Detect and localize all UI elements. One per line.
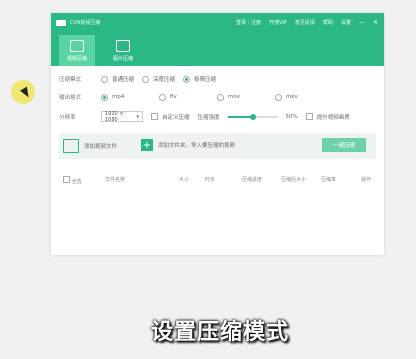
checkbox-icon — [305, 113, 313, 120]
radio-icon — [101, 75, 108, 83]
option-normal[interactable]: 普通压缩 — [101, 75, 134, 83]
radio-checked-icon — [183, 75, 191, 83]
option-flv-label: flv — [170, 94, 177, 100]
resolution-row: 分辨率 1920 × 1080 ▾ 自定义压缩 压缩强度 50% 提升视频画质 — [59, 110, 350, 123]
resolution-select[interactable]: 1920 × 1080 ▾ — [101, 110, 143, 123]
tab-video-compress[interactable]: 视频压缩 — [59, 35, 95, 66]
custom-compress-label: 自定义压缩 — [162, 114, 190, 121]
image-icon — [116, 39, 130, 52]
option-extreme[interactable]: 极限压缩 — [183, 75, 216, 83]
add-video-label: 添加视频文件 — [84, 144, 118, 150]
tab-image-label: 图片压缩 — [112, 55, 133, 62]
checkbox-icon — [151, 113, 158, 120]
output-format-row: 输出格式 mp4 flv mov mkv — [59, 93, 298, 101]
compress-mode-label: 压缩模式 — [59, 77, 82, 83]
radio-icon — [217, 93, 224, 101]
header-filename: 文件名称 — [105, 177, 126, 183]
vip-link[interactable]: 开通VIP — [269, 19, 287, 26]
compress-mode-row: 压缩模式 普通压缩 深度压缩 极限压缩 — [59, 75, 216, 83]
option-flv[interactable]: flv — [159, 93, 209, 101]
select-all-checkbox[interactable]: 全选 — [63, 176, 82, 185]
settings-link[interactable]: 设置 — [341, 19, 351, 26]
radio-icon — [142, 75, 150, 83]
app-window: CVR视频压缩 登录｜注册 开通VIP 意见反馈 帮助 设置 — ✕ 视频压缩 … — [51, 13, 384, 255]
header-ratio: 压缩率 — [321, 177, 337, 183]
login-link[interactable]: 登录｜注册 — [236, 19, 261, 26]
tab-image-compress[interactable]: 图片压缩 — [105, 35, 141, 66]
option-mp4-label: mp4 — [112, 94, 125, 100]
feedback-link[interactable]: 意见反馈 — [295, 19, 315, 26]
checkbox-icon — [63, 176, 70, 183]
option-normal-label: 普通压缩 — [112, 77, 135, 83]
add-folder-button[interactable]: + 添加文件夹，导入要压缩的视频 — [141, 139, 235, 151]
compress-all-button[interactable]: 一键压缩 — [322, 138, 366, 152]
help-link[interactable]: 帮助 — [323, 19, 333, 26]
close-button[interactable]: ✕ — [373, 19, 378, 26]
minimize-button[interactable]: — — [359, 19, 365, 26]
header-size: 大小 — [179, 177, 190, 183]
option-deep-label: 深度压缩 — [153, 77, 176, 83]
mode-tabs: 视频压缩 图片压缩 — [59, 35, 141, 66]
option-extreme-label: 极限压缩 — [194, 77, 217, 83]
header-duration: 时长 — [205, 177, 216, 183]
improve-quality-checkbox[interactable]: 提升视频画质 — [305, 113, 350, 121]
option-mkv[interactable]: mkv — [275, 93, 298, 101]
output-format-label: 输出格式 — [59, 95, 82, 101]
add-folder-label: 添加文件夹，导入要压缩的视频 — [158, 143, 236, 149]
plus-icon: + — [141, 139, 153, 151]
option-mov-label: mov — [228, 94, 240, 100]
option-mkv-label: mkv — [286, 94, 298, 100]
header-compressed-size: 压缩后大小 — [281, 177, 307, 183]
compress-intensity-label: 压缩强度 — [197, 114, 220, 121]
resolution-value: 1920 × 1080 — [105, 110, 124, 123]
video-caption: 设置压缩模式 — [151, 320, 290, 345]
add-files-bar: 添加视频文件 + 添加文件夹，导入要压缩的视频 一键压缩 — [59, 133, 376, 159]
custom-compress-checkbox[interactable]: 自定义压缩 — [151, 113, 190, 121]
header-progress: 压缩进度 — [242, 177, 263, 183]
select-all-label: 全选 — [71, 179, 82, 185]
header-actions: 操作 — [361, 177, 372, 183]
option-deep[interactable]: 深度压缩 — [142, 75, 175, 83]
tab-video-label: 视频压缩 — [66, 55, 87, 62]
radio-icon — [159, 93, 166, 101]
improve-quality-label: 提升视频画质 — [316, 114, 350, 121]
title-bar: CVR视频压缩 登录｜注册 开通VIP 意见反馈 帮助 设置 — ✕ 视频压缩 … — [51, 13, 384, 66]
compress-intensity-slider[interactable] — [227, 113, 278, 120]
window-links: 登录｜注册 开通VIP 意见反馈 帮助 设置 — ✕ — [236, 19, 378, 26]
app-logo-icon — [56, 19, 66, 26]
file-table-header: 全选 文件名称 大小 时长 压缩进度 压缩后大小 压缩率 操作 — [59, 174, 376, 185]
option-mov[interactable]: mov — [217, 93, 267, 101]
video-clapper-icon — [70, 39, 84, 52]
slider-thumb[interactable] — [249, 113, 256, 120]
film-icon — [63, 139, 79, 153]
option-mp4[interactable]: mp4 — [101, 93, 151, 101]
add-video-button[interactable]: 添加视频文件 — [63, 139, 117, 153]
resolution-label: 分辨率 — [59, 114, 76, 121]
slider-fill — [227, 115, 253, 118]
radio-icon — [275, 93, 282, 101]
app-title-text: CVR视频压缩 — [70, 20, 101, 26]
app-title: CVR视频压缩 — [56, 19, 100, 26]
radio-checked-icon — [101, 93, 108, 101]
compress-intensity-value: 50% — [285, 113, 298, 120]
